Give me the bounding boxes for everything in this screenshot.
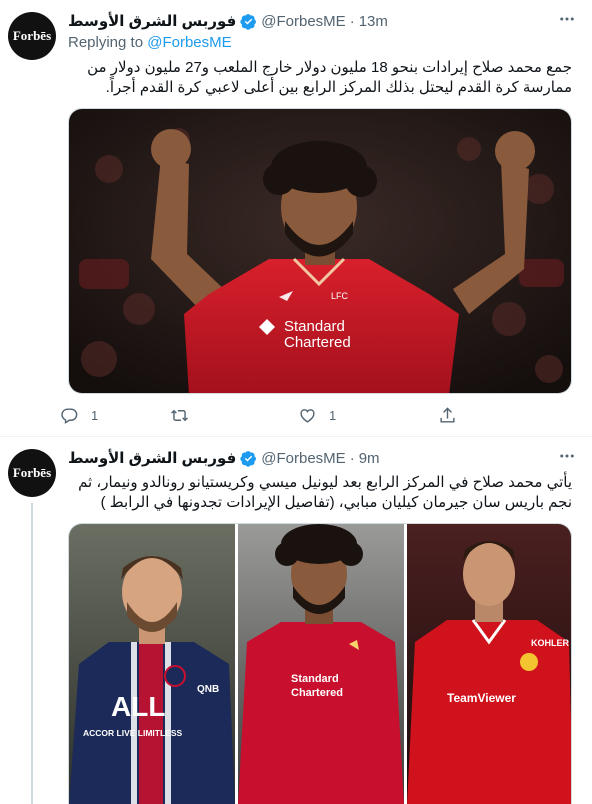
retweet-button[interactable] bbox=[170, 406, 298, 425]
thread-line bbox=[31, 503, 33, 804]
replying-to-handle-link[interactable]: @ForbesME bbox=[147, 34, 231, 51]
crest-text: LFC bbox=[331, 291, 349, 301]
sleeve-sponsor-text: KOHLER bbox=[531, 638, 570, 648]
sleeve-sponsor-text: QNB bbox=[197, 684, 219, 695]
tweet-actions: 1 1 bbox=[60, 400, 457, 430]
reply-count: 1 bbox=[91, 407, 99, 423]
display-name[interactable]: فوربس الشرق الأوسط bbox=[68, 12, 236, 30]
tweet-header: فوربس الشرق الأوسط @ForbesME · 13m bbox=[68, 10, 388, 32]
avatar-logo-text: Forbēs bbox=[12, 28, 52, 43]
separator-dot: · bbox=[349, 449, 355, 467]
share-icon bbox=[440, 406, 455, 423]
tweet-image-collage[interactable]: ALL ACCOR LIVE LIMITLESS QNB Standard Ch… bbox=[68, 523, 572, 804]
sponsor-text: ALL bbox=[111, 691, 165, 722]
retweet-icon bbox=[171, 409, 188, 421]
verified-badge-icon bbox=[240, 450, 257, 467]
handle[interactable]: @ForbesME bbox=[261, 450, 345, 467]
more-options-icon[interactable] bbox=[558, 10, 576, 33]
share-button[interactable] bbox=[438, 406, 457, 425]
tweet-1[interactable]: Forbēs فوربس الشرق الأوسط @ForbesME · 13… bbox=[0, 0, 592, 436]
separator-dot: · bbox=[349, 12, 355, 30]
avatar-logo-text: Forbēs bbox=[12, 465, 52, 480]
sponsor-text: Chartered bbox=[291, 687, 343, 699]
sponsor-text: Standard bbox=[291, 673, 339, 685]
display-name[interactable]: فوربس الشرق الأوسط bbox=[68, 449, 236, 467]
salah-celebration-photo: Standard Chartered LFC bbox=[69, 109, 571, 393]
handle[interactable]: @ForbesME bbox=[261, 13, 345, 30]
sponsor-text: Chartered bbox=[284, 334, 351, 351]
tweet-2[interactable]: Forbēs فوربس الشرق الأوسط @ForbesME · 9m… bbox=[0, 437, 592, 804]
reply-icon bbox=[61, 407, 78, 424]
verified-badge-icon bbox=[240, 13, 257, 30]
sponsor-text: TeamViewer bbox=[447, 691, 516, 705]
like-button[interactable]: 1 bbox=[298, 406, 438, 425]
photo-panel-right: TeamViewer KOHLER bbox=[407, 524, 571, 804]
like-count: 1 bbox=[329, 407, 337, 423]
reply-button[interactable]: 1 bbox=[60, 406, 170, 425]
sponsor-subtext: ACCOR LIVE LIMITLESS bbox=[83, 728, 183, 738]
tweet-header: فوربس الشرق الأوسط @ForbesME · 9m bbox=[68, 447, 380, 469]
timestamp[interactable]: 9m bbox=[359, 450, 380, 467]
tweet-text: جمع محمد صلاح إيرادات بنحو 18 مليون دولا… bbox=[87, 59, 572, 96]
avatar[interactable]: Forbēs bbox=[8, 12, 56, 60]
heart-icon bbox=[300, 408, 315, 423]
sponsor-text: Standard bbox=[284, 318, 345, 335]
tweet-image[interactable]: Standard Chartered LFC bbox=[68, 108, 572, 394]
replying-to: Replying to @ForbesME bbox=[68, 34, 232, 51]
players-collage-photo: ALL ACCOR LIVE LIMITLESS QNB Standard Ch… bbox=[69, 524, 571, 804]
photo-panel-left: ALL ACCOR LIVE LIMITLESS QNB bbox=[69, 524, 235, 804]
tweet-text: يأتي محمد صلاح في المركز الرابع بعد ليون… bbox=[78, 474, 572, 511]
more-options-icon[interactable] bbox=[558, 447, 576, 470]
photo-panel-middle: Standard Chartered bbox=[238, 524, 404, 804]
timestamp[interactable]: 13m bbox=[359, 13, 388, 30]
replying-to-label: Replying to bbox=[68, 34, 148, 51]
avatar[interactable]: Forbēs bbox=[8, 449, 56, 497]
